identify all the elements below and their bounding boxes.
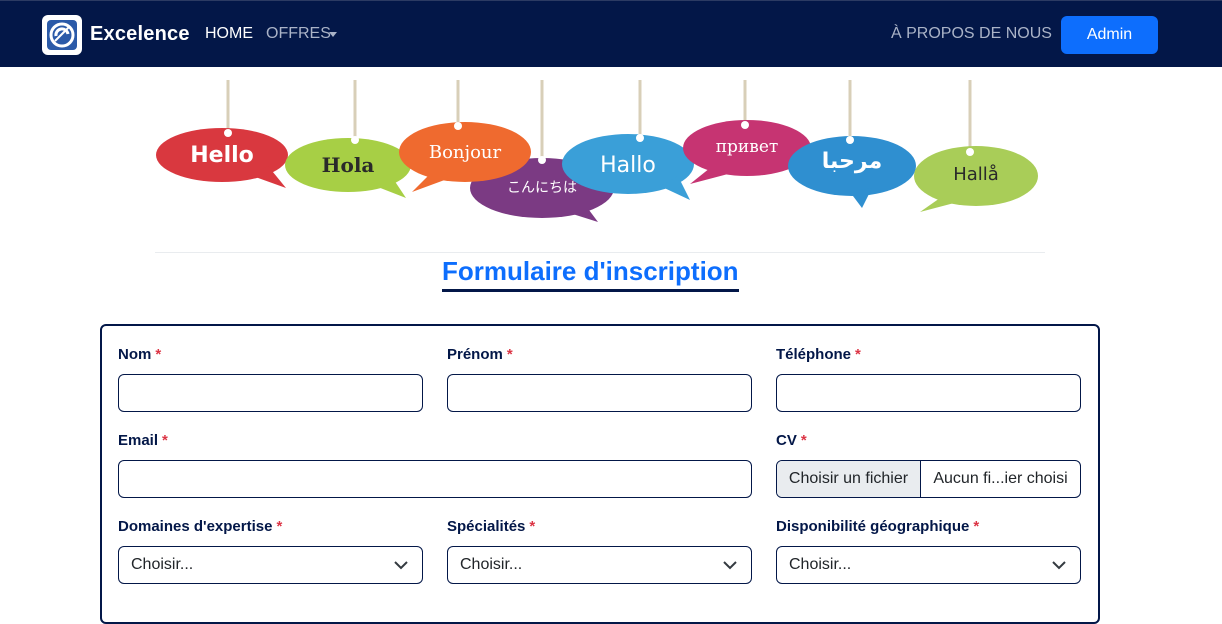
bubble-text: привет [716, 137, 779, 157]
nav-offres-dropdown[interactable]: OFFRES [266, 25, 331, 43]
languages-banner: Hello Hola Bonjour こんにちは Hallo привет مر… [156, 80, 1038, 222]
required-marker: * [276, 518, 283, 535]
chevron-down-icon [723, 561, 737, 570]
email-input[interactable] [118, 460, 752, 498]
nav-about-link[interactable]: À PROPOS DE NOUS [891, 25, 1052, 43]
telephone-label: Téléphone * [776, 346, 861, 363]
divider [155, 252, 1045, 253]
bubble-text: مرحبا [822, 149, 882, 174]
required-marker: * [800, 432, 807, 449]
navbar: Excelence HOME OFFRES À PROPOS DE NOUS A… [0, 0, 1222, 67]
specialites-select[interactable]: Choisir... [447, 546, 752, 584]
disponibilite-label: Disponibilité géographique * [776, 518, 980, 535]
logo-icon [47, 20, 77, 50]
bubble-text: Hallo [600, 153, 656, 178]
bubble-text: Hallå [953, 164, 999, 185]
disponibilite-select[interactable]: Choisir... [776, 546, 1081, 584]
caret-down-icon[interactable] [329, 32, 337, 37]
required-marker: * [162, 432, 168, 449]
required-marker: * [855, 346, 861, 363]
choose-file-button[interactable]: Choisir un fichier [777, 461, 921, 497]
admin-button[interactable]: Admin [1061, 16, 1158, 54]
cv-label: CV * [776, 432, 807, 449]
cv-file-input[interactable]: Choisir un fichier Aucun fi...ier choisi [776, 460, 1081, 498]
required-marker: * [529, 518, 536, 535]
nom-input[interactable] [118, 374, 423, 412]
email-label: Email * [118, 432, 168, 449]
prenom-label: Prénom * [447, 346, 513, 363]
domaines-select[interactable]: Choisir... [118, 546, 423, 584]
nav-home-link[interactable]: HOME [205, 25, 253, 43]
domaines-label: Domaines d'expertise * [118, 518, 283, 535]
telephone-input[interactable] [776, 374, 1081, 412]
required-marker: * [506, 346, 513, 363]
select-value: Choisir... [789, 556, 852, 573]
bubble-text: Hola [322, 153, 375, 177]
page-title: Formulaire d'inscription [442, 256, 739, 292]
brand-name[interactable]: Excelence [90, 23, 190, 46]
bubble-text: Bonjour [429, 142, 502, 163]
brand-logo[interactable] [42, 15, 82, 55]
select-value: Choisir... [131, 556, 194, 573]
nom-label: Nom * [118, 346, 162, 363]
select-value: Choisir... [460, 556, 523, 573]
chevron-down-icon [394, 561, 408, 570]
required-marker: * [973, 518, 980, 535]
bubble-text: Hello [190, 143, 254, 168]
prenom-input[interactable] [447, 374, 752, 412]
specialites-label: Spécialités * [447, 518, 536, 535]
chevron-down-icon [1052, 561, 1066, 570]
required-marker: * [155, 346, 162, 363]
file-status: Aucun fi...ier choisi [933, 470, 1068, 487]
bubble-text: こんにちは [507, 180, 577, 196]
